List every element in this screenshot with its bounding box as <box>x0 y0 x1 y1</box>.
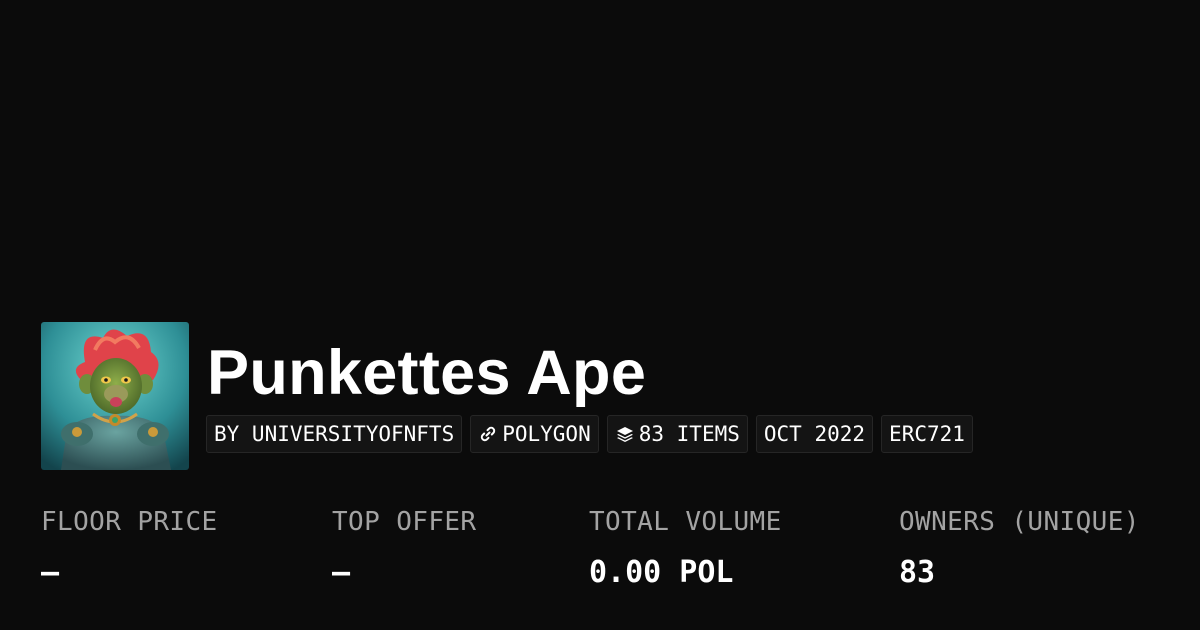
creator-tag-label: BY UNIVERSITYOFNFTS <box>214 422 455 446</box>
stat-floor-price: FLOOR PRICE – <box>41 505 218 591</box>
stat-owners: OWNERS (UNIQUE) 83 <box>899 505 1140 591</box>
items-tag: 83 ITEMS <box>606 415 748 453</box>
collection-title: Punkettes Ape <box>207 338 647 408</box>
standard-tag-label: ERC721 <box>889 422 965 446</box>
creator-tag[interactable]: BY UNIVERSITYOFNFTS <box>206 415 463 453</box>
stat-label: TOP OFFER <box>332 507 477 537</box>
layers-icon <box>615 424 635 444</box>
stat-label: TOTAL VOLUME <box>589 507 782 537</box>
collection-avatar <box>41 322 189 470</box>
stat-top-offer: TOP OFFER – <box>332 505 476 591</box>
chain-link-icon <box>478 424 498 444</box>
stat-label: FLOOR PRICE <box>41 507 218 537</box>
ape-portrait-image <box>41 322 189 470</box>
standard-tag: ERC721 <box>881 415 973 453</box>
stat-label: OWNERS (UNIQUE) <box>899 507 1140 537</box>
stat-value: 0.00 POL <box>589 555 734 590</box>
collection-tags: BY UNIVERSITYOFNFTS POLYGON 83 ITEMS OCT… <box>206 415 973 453</box>
stat-value: – <box>41 555 60 590</box>
stat-total-volume: TOTAL VOLUME 0.00 POL <box>589 505 782 591</box>
chain-tag[interactable]: POLYGON <box>470 415 599 453</box>
stat-value: 83 <box>899 555 936 590</box>
stat-value: – <box>332 555 351 590</box>
chain-tag-label: POLYGON <box>502 422 591 446</box>
date-tag: OCT 2022 <box>755 415 874 453</box>
items-tag-label: 83 ITEMS <box>638 422 740 446</box>
date-tag-label: OCT 2022 <box>763 422 866 446</box>
